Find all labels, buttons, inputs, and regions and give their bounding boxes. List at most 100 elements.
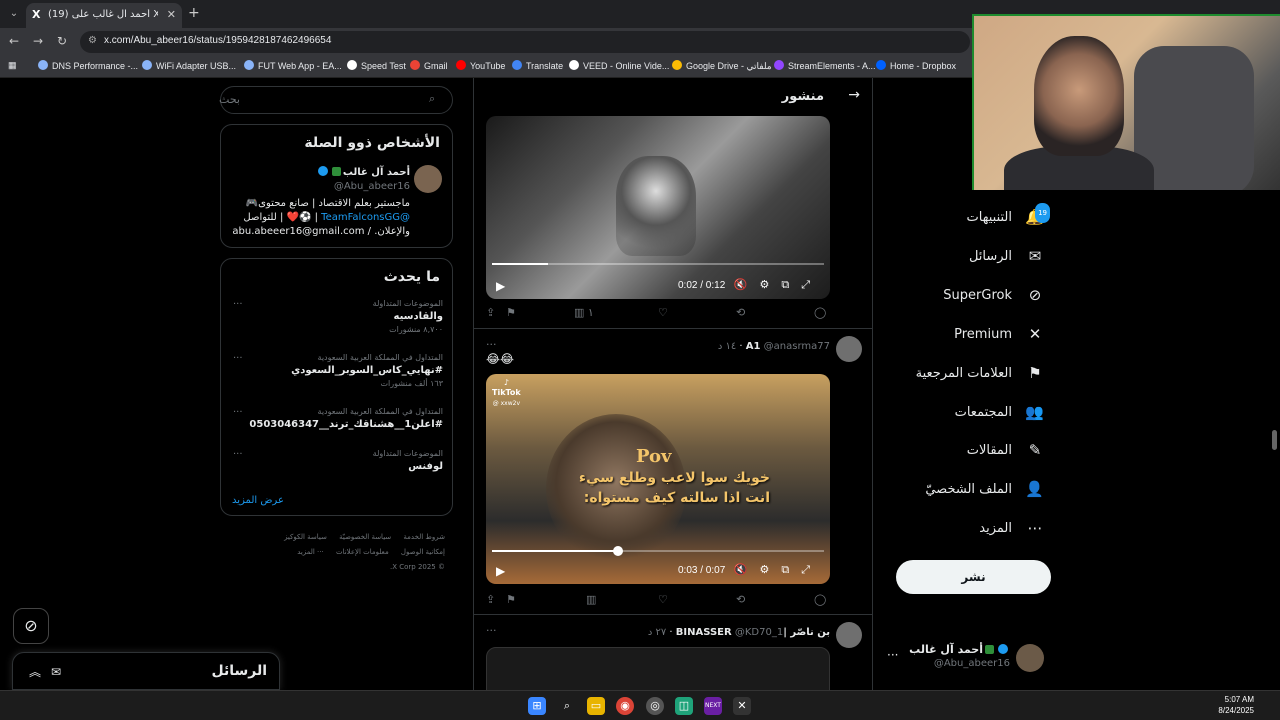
footer-link[interactable]: معلومات الإعلانات xyxy=(336,548,389,556)
post-button[interactable]: نشر xyxy=(896,560,1051,594)
bookmark-item[interactable]: WiFi Adapter USB... xyxy=(142,60,236,71)
next-app-icon[interactable]: NEXT xyxy=(704,697,722,715)
app-icon[interactable]: ◫ xyxy=(675,697,693,715)
video-progress[interactable] xyxy=(492,263,824,265)
new-tab-icon[interactable]: + xyxy=(188,5,200,21)
related-name[interactable]: أحمد آل غالب xyxy=(316,166,410,178)
account-name: أحمد آل غالب xyxy=(909,643,1010,656)
reload-icon[interactable]: ↻ xyxy=(54,34,70,48)
bookmark-item[interactable]: Translate xyxy=(512,60,563,71)
video-controls: ▶ 0:02 / 0:12 🔇⚙⧉⤢ xyxy=(486,273,830,299)
scrollbar[interactable] xyxy=(1272,430,1277,450)
drawer-icons[interactable]: ︽✉ xyxy=(29,663,71,680)
footer-link[interactable]: شروط الخدمة xyxy=(403,533,445,541)
more-icon[interactable]: ··· xyxy=(233,299,243,310)
more-icon[interactable]: ··· xyxy=(486,624,497,637)
account-handle: @Abu_abeer16 xyxy=(933,658,1010,669)
new-message-icon[interactable]: ✉ xyxy=(51,665,71,679)
bookmark-item[interactable]: Gmail xyxy=(410,60,448,71)
file-explorer-icon[interactable]: ▭ xyxy=(587,697,605,715)
nav-communities[interactable]: 👥 المجتمعات xyxy=(955,400,1044,424)
reply-icon[interactable]: ◯ xyxy=(814,306,826,319)
trend-item[interactable]: المتداول في المملكة العربية السعودية #اع… xyxy=(231,407,443,447)
messages-drawer[interactable]: الرسائل ︽✉ xyxy=(12,652,280,690)
tweet-author[interactable]: A1 @anasrma77 · ١٤ د xyxy=(718,341,830,352)
video-control-icons[interactable]: 🔇⚙⧉⤢ xyxy=(734,278,822,292)
windows-start-icon[interactable]: ⊞ xyxy=(528,697,546,715)
nav-label: Premium xyxy=(954,326,1012,342)
play-icon[interactable]: ▶ xyxy=(496,564,505,578)
bookmark-item[interactable]: Speed Test xyxy=(347,60,406,71)
apps-icon[interactable]: ▦ xyxy=(8,60,17,71)
nav-notifications[interactable]: 🔔19 التنبيهات xyxy=(967,203,1050,229)
nav-messages[interactable]: ✉ الرسائل xyxy=(969,244,1044,268)
views-icon[interactable]: ▥ xyxy=(586,593,596,606)
share-icon[interactable]: ⇪ xyxy=(486,593,495,606)
video-player[interactable]: ♪ TikTok @ xxw2v Pov خويك سوا لاعب وطلع سي… xyxy=(486,374,830,584)
more-icon[interactable]: ··· xyxy=(486,338,497,351)
grok-icon[interactable]: ⊘ xyxy=(13,608,49,644)
reply-icon[interactable]: ◯ xyxy=(814,593,826,606)
bookmark-item[interactable]: StreamElements - A... xyxy=(774,60,876,71)
footer-link[interactable]: إمكانية الوصول xyxy=(401,548,445,556)
search-icon[interactable]: ⌕ xyxy=(558,697,576,715)
search-input[interactable]: بحث ⌕ xyxy=(219,86,453,114)
bookmark-item[interactable]: Google Drive - ملفاتي xyxy=(672,60,772,72)
forward-icon[interactable]: → xyxy=(30,34,46,48)
envelope-icon: ✉ xyxy=(1028,247,1042,265)
nav-bookmarks[interactable]: ⚑ العلامات المرجعية xyxy=(916,361,1044,385)
bookmark-item[interactable]: Home - Dropbox xyxy=(876,60,956,71)
bookmark-item[interactable]: VEED - Online Vide... xyxy=(569,60,669,71)
address-bar[interactable]: ⚙ x.com/Abu_abeer16/status/1959428187462… xyxy=(80,31,970,53)
back-icon[interactable]: ← xyxy=(6,34,22,48)
nav-premium[interactable]: ✕ Premium xyxy=(954,322,1044,346)
tweet-author[interactable]: بن ناصّر |BINASSER @KD70_1 · ٢٧ د xyxy=(648,627,830,638)
account-switcher[interactable]: أحمد آل غالب @Abu_abeer16 ··· xyxy=(885,640,1050,676)
show-more-link[interactable]: عرض المزيد xyxy=(232,495,284,506)
trend-item[interactable]: الموضوعات المتداولة لوفنس ··· xyxy=(231,449,443,489)
trend-category: المتداول في المملكة العربية السعودية xyxy=(317,407,443,416)
nav-profile[interactable]: 👤 الملف الشخصيّ xyxy=(925,477,1044,501)
repost-icon[interactable]: ⟲ xyxy=(736,306,745,319)
bookmark-item[interactable]: YouTube xyxy=(456,60,505,71)
nav-supergrok[interactable]: ⊘ SuperGrok xyxy=(943,283,1044,307)
obs-icon[interactable]: ◎ xyxy=(646,697,664,715)
video-progress[interactable] xyxy=(492,546,824,556)
expand-icon[interactable]: ︽ xyxy=(29,665,51,679)
more-icon[interactable]: ··· xyxy=(233,449,243,460)
back-arrow-icon[interactable]: → xyxy=(848,87,860,103)
bookmark-item[interactable]: DNS Performance -... xyxy=(38,60,138,71)
play-icon[interactable]: ▶ xyxy=(496,279,505,293)
bookmark-action-icon[interactable]: ⚑ xyxy=(506,306,516,319)
avatar[interactable] xyxy=(836,622,862,648)
tweet-media[interactable] xyxy=(486,647,830,690)
avatar[interactable] xyxy=(836,336,862,362)
repost-icon[interactable]: ⟲ xyxy=(736,593,745,606)
trend-item[interactable]: المتداول في المملكة العربية السعودية #نه… xyxy=(231,353,443,393)
close-tab-icon[interactable]: ✕ xyxy=(167,8,176,21)
footer-link[interactable]: سياسة الخصوصيّة xyxy=(339,533,391,541)
video-player[interactable]: ▶ 0:02 / 0:12 🔇⚙⧉⤢ xyxy=(486,116,830,299)
like-icon[interactable]: ♡ xyxy=(658,593,668,606)
trend-item[interactable]: الموضوعات المتداولة والقادسيه ٨,٧٠٠ منشو… xyxy=(231,299,443,339)
bio-link[interactable]: @TeamFalconsGG xyxy=(321,212,410,223)
nav-more[interactable]: ⋯ المزيد xyxy=(979,516,1044,540)
footer-link[interactable]: ··· المزيد xyxy=(297,548,324,556)
site-info-icon[interactable]: ⚙ xyxy=(88,35,97,46)
bookmark-action-icon[interactable]: ⚑ xyxy=(506,593,516,606)
more-icon[interactable]: ··· xyxy=(887,648,898,662)
nav-articles[interactable]: ✎ المقالات xyxy=(967,438,1044,462)
more-icon[interactable]: ··· xyxy=(233,353,243,364)
bookmark-item[interactable]: FUT Web App - EA... xyxy=(244,60,342,71)
tab-search-icon[interactable]: ⌄ xyxy=(6,6,22,22)
video-control-icons[interactable]: 🔇⚙⧉⤢ xyxy=(734,563,822,577)
chrome-icon[interactable]: ◉ xyxy=(616,697,634,715)
browser-tab[interactable]: X (19) أحمد آل غالب على X: "الميزر ✕ xyxy=(26,3,182,28)
avatar[interactable] xyxy=(414,165,442,193)
share-icon[interactable]: ⇪ xyxy=(486,306,495,319)
views-icon[interactable]: ▥ ١ xyxy=(574,306,594,319)
footer-link[interactable]: سياسة الكوكيز xyxy=(284,533,327,541)
more-icon[interactable]: ··· xyxy=(233,407,243,418)
like-icon[interactable]: ♡ xyxy=(658,306,668,319)
x-app-icon[interactable]: ✕ xyxy=(733,697,751,715)
